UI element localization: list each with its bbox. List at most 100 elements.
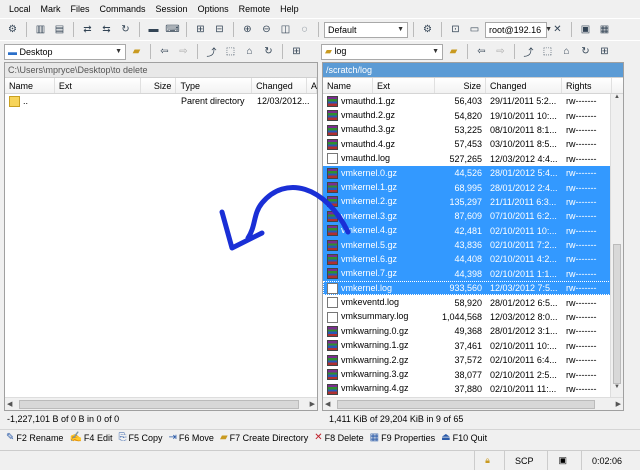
invert-selection-icon[interactable]: ◫ [277,21,294,38]
table-row[interactable]: vmkernel.7.gz 44,398 02/10/2011 1:1... rw--… [323,266,623,282]
col-size[interactable]: Size [435,78,486,93]
parent-dir-icon[interactable]: ⤴ [203,43,220,60]
home-icon[interactable]: ⌂ [558,43,575,60]
table-row[interactable]: vmkernel.0.gz 44,526 28/01/2012 5:4... rw--… [323,165,623,181]
menu-item-help[interactable]: Help [275,4,304,14]
fkey-move-button[interactable]: ⇥ F6 Move [169,432,217,443]
table-row[interactable]: vmkernel.2.gz 135,297 21/11/2011 6:3... rw-… [323,194,623,210]
scroll-down-icon[interactable]: ▼ [611,384,623,397]
refresh-icon[interactable]: ↻ [577,43,594,60]
keep-remote-icon[interactable]: ⊞ [192,21,209,38]
local-path[interactable]: C:\Users\mpryce\Desktop\to delete [5,63,317,78]
horizontal-scrollbar[interactable]: ◀ ▶ [5,397,317,410]
fkey-rename-button[interactable]: ✎ F2 Rename [6,432,66,443]
table-row[interactable]: vmkwarning.2.gz 37,572 02/10/2011 6:4... rw… [323,353,623,367]
scroll-right-icon[interactable]: ▶ [310,400,315,408]
fkey-delete-button[interactable]: ✕ F8 Delete [314,432,366,443]
col-attr[interactable]: A [307,78,317,93]
scrollbar-thumb[interactable] [19,400,299,409]
menu-item-session[interactable]: Session [151,4,193,14]
back-icon[interactable]: ⇦ [156,43,173,60]
transfer-settings-icon[interactable]: ⚙ [419,21,436,38]
table-row[interactable]: vmkwarning.4.gz 37,880 02/10/2011 11:... rw… [323,382,623,396]
table-row[interactable]: vmkwarning.1.gz 37,461 02/10/2011 10:... rw… [323,339,623,353]
local-panel[interactable]: C:\Users\mpryce\Desktop\to delete Name E… [4,62,318,411]
putty-icon[interactable]: ⌨ [164,21,181,38]
forward-icon[interactable]: ⇨ [175,43,192,60]
left-location-select[interactable]: ▬ Desktop ▼ [4,43,126,60]
sync-icon[interactable]: ⇄ [79,21,96,38]
workspace-icon[interactable]: ▭ [466,21,483,38]
scroll-up-icon[interactable]: ▲ [611,94,623,107]
fkey-quit-button[interactable]: ⏏ F10 Quit [441,432,490,443]
open-folder-icon[interactable]: ▰ [445,43,462,60]
filter-icon[interactable]: ◌ [296,21,313,38]
right-location-select[interactable]: ▰ log ▼ [321,43,443,60]
table-row[interactable]: vmkernel.4.gz 42,481 02/10/2011 10:... rw--… [323,223,623,238]
col-changed[interactable]: Changed [252,78,307,93]
table-row[interactable]: vmkwarning.0.gz 49,368 28/01/2012 3:1... rw… [323,324,623,338]
table-row[interactable]: vmkernel.1.gz 68,995 28/01/2012 2:4... rw--… [323,180,623,195]
menu-item-commands[interactable]: Commands [95,4,151,14]
forward-icon[interactable]: ⇨ [492,43,509,60]
back-icon[interactable]: ⇦ [473,43,490,60]
table-row[interactable]: vmksummary.log 1,044,568 12/03/2012 8:0...… [323,310,623,324]
menu-item-local[interactable]: Local [4,4,36,14]
scroll-left-icon[interactable]: ◀ [7,400,12,408]
menu-item-options[interactable]: Options [193,4,234,14]
session-select[interactable]: root@192.16 ▼ [485,21,552,38]
col-size[interactable]: Size [141,78,177,93]
root-dir-icon[interactable]: ⬚ [539,43,556,60]
col-ext[interactable]: Ext [373,78,435,93]
open-folder-icon[interactable]: ▰ [128,43,145,60]
refresh-icon[interactable]: ↻ [260,43,277,60]
scrollbar-thumb[interactable] [613,244,621,384]
fkey-copy-button[interactable]: ⎘ F5 Copy [118,432,165,443]
table-row[interactable]: vmkernel.3.gz 87,609 07/10/2011 6:2... rw--… [323,209,623,224]
scroll-left-icon[interactable]: ◀ [325,400,330,408]
col-name[interactable]: Name [323,78,373,93]
home-icon[interactable]: ⌂ [241,43,258,60]
parent-dir-icon[interactable]: ⤴ [520,43,537,60]
table-row[interactable]: vmkwarning.3.gz 38,077 02/10/2011 2:5... rw… [323,367,623,381]
col-name[interactable]: Name [5,78,55,93]
col-type[interactable]: Type [176,78,253,93]
find-icon[interactable]: ⊞ [288,43,305,60]
remote-panel[interactable]: /scratch/log Name Ext Size Changed Right… [322,62,624,411]
console-icon[interactable]: ▬ [145,21,162,38]
find-icon[interactable]: ⊞ [596,43,613,60]
vertical-scrollbar[interactable]: ▲ ▼ [610,94,623,397]
fkey-create-directory-button[interactable]: ▰ F7 Create Directory [220,432,311,443]
preferences-icon[interactable]: ⚙ [4,21,21,38]
table-row[interactable]: vmauthd.3.gz 53,225 08/10/2011 8:1... rw---… [323,123,623,137]
scroll-right-icon[interactable]: ▶ [616,400,621,408]
new-session-icon[interactable]: ⊡ [447,21,464,38]
col-changed[interactable]: Changed [486,78,562,93]
scrollbar-thumb[interactable] [337,400,595,409]
fkey-properties-button[interactable]: ▦ F9 Properties [370,432,439,443]
col-rights[interactable]: Rights [562,78,612,93]
save-icon[interactable]: ▦ [596,21,613,38]
unselect-icon[interactable]: ⊖ [258,21,275,38]
save-session-icon[interactable]: ▣ [577,21,594,38]
table-row[interactable]: vmauthd.log 527,265 12/03/2012 4:4... rw---… [323,152,623,166]
transfer-profile-select[interactable]: Default ▼ [324,21,408,38]
table-row[interactable]: vmkernel.log 933,560 12/03/2012 7:5... rw--… [323,281,623,296]
table-row[interactable]: vmauthd.1.gz 56,403 29/11/2011 5:2... rw---… [323,94,623,108]
menu-item-files[interactable]: Files [66,4,95,14]
table-row[interactable]: vmauthd.4.gz 57,453 03/10/2011 8:5... rw---… [323,137,623,151]
queue-icon[interactable]: ▤ [51,21,68,38]
compare-icon[interactable]: ▥ [32,21,49,38]
mirror-icon[interactable]: ⇆ [98,21,115,38]
remote-path[interactable]: /scratch/log [323,63,623,78]
table-row[interactable]: vmkernel.5.gz 43,836 02/10/2011 7:2... rw--… [323,237,623,253]
fkey-edit-button[interactable]: ✍ F4 Edit [69,432,115,443]
table-row[interactable]: vmkeventd.log 58,920 28/01/2012 6:5... rw--… [323,295,623,309]
keep-local-icon[interactable]: ⊟ [211,21,228,38]
root-dir-icon[interactable]: ⬚ [222,43,239,60]
select-all-icon[interactable]: ⊕ [239,21,256,38]
refresh-icon[interactable]: ↻ [117,21,134,38]
disconnect-icon[interactable]: ✕ [549,21,566,38]
table-row[interactable]: .. Parent directory 12/03/2012... [5,94,317,108]
menu-item-mark[interactable]: Mark [36,4,66,14]
